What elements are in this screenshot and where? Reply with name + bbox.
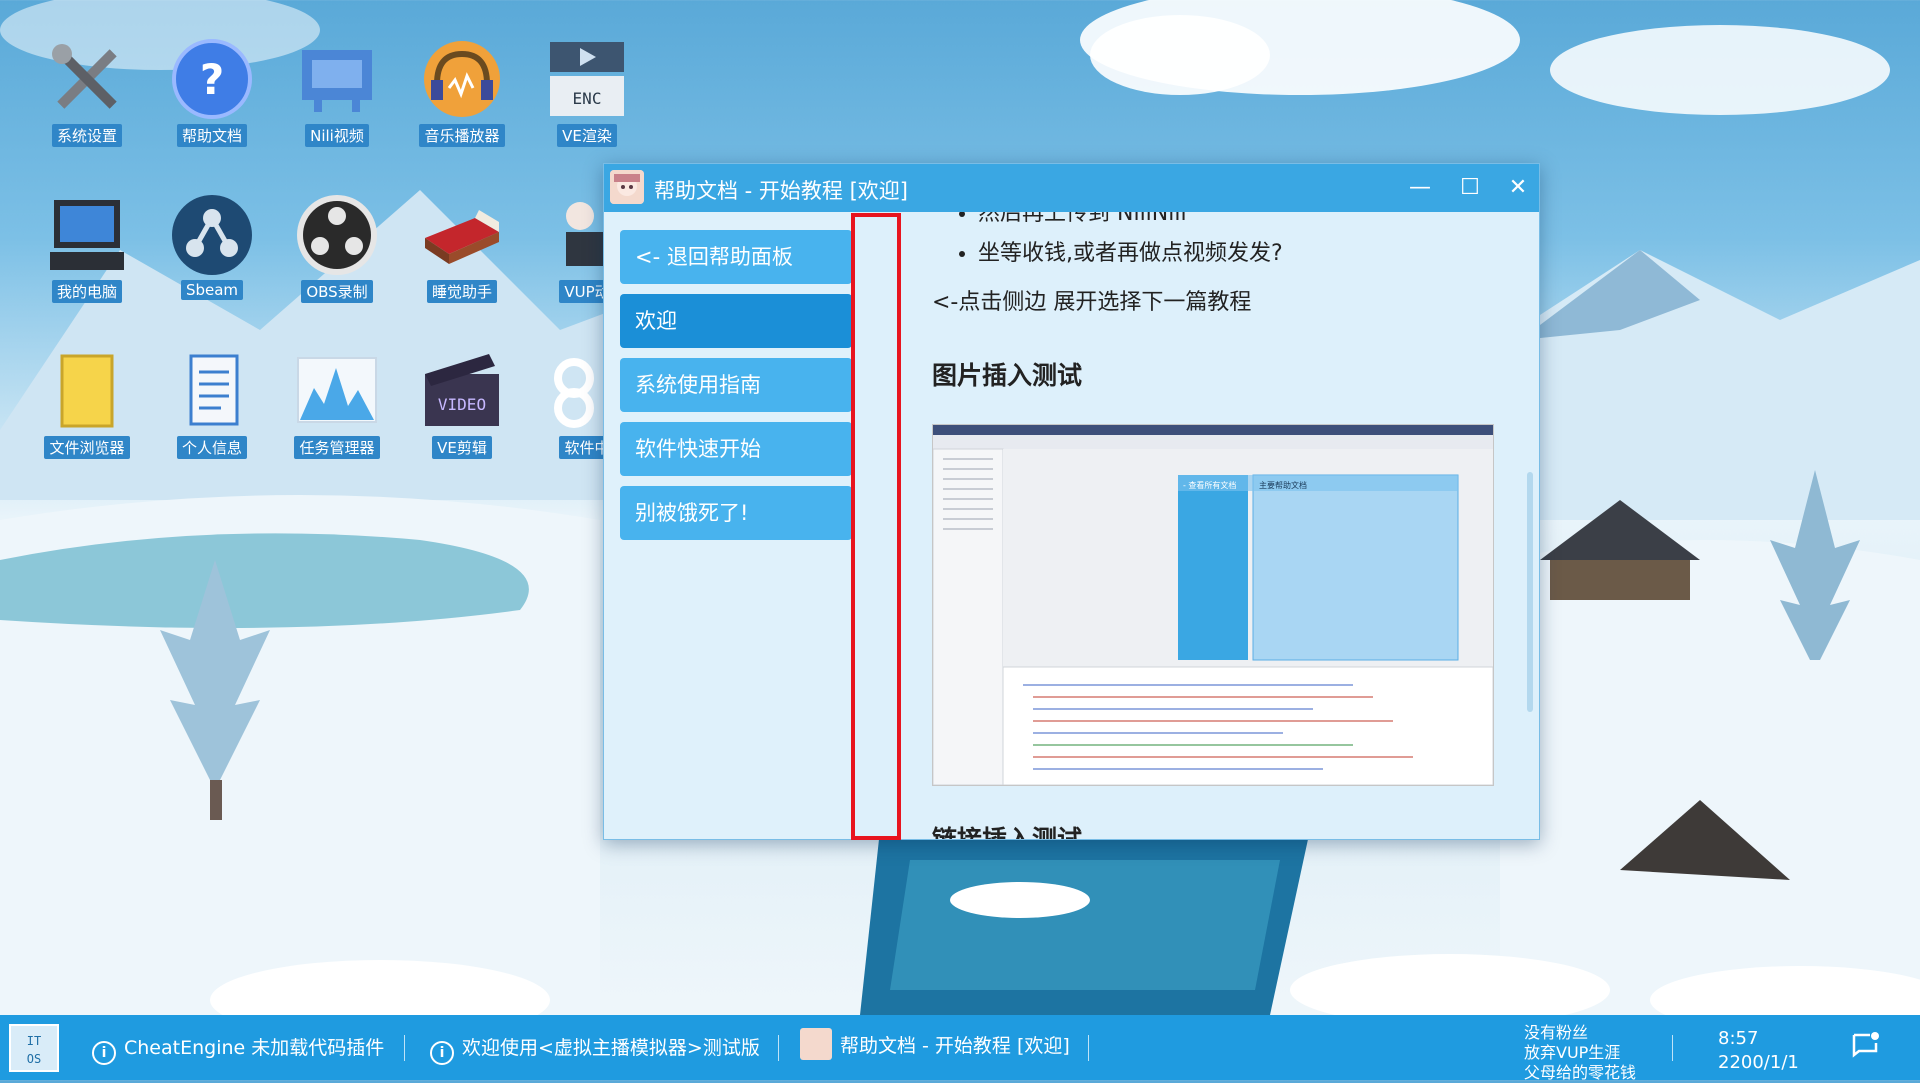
desktop-icon-sleep[interactable]: 睡觉助手 <box>407 184 517 314</box>
steam-icon <box>169 192 255 278</box>
desktop-icon-files[interactable]: 文件浏览器 <box>32 340 142 470</box>
info-icon: i <box>92 1041 116 1065</box>
svg-text:OS: OS <box>27 1052 41 1066</box>
start-button[interactable]: IT OS <box>8 1023 60 1073</box>
help-icon: ? <box>169 36 255 122</box>
window-title: 帮助文档 - 开始教程 [欢迎] <box>654 179 908 203</box>
desktop-icon-settings[interactable]: 系统设置 <box>32 28 142 158</box>
inserted-image: - 查看所有文档 主要帮助文档 <box>932 424 1494 786</box>
taskbar-item-cheatengine[interactable]: i CheatEngine 未加载代码插件 <box>92 1033 384 1065</box>
desktop-icon-label: 我的电脑 <box>51 280 122 303</box>
desktop-icon-label: OBS录制 <box>301 280 373 303</box>
desktop-icon-label: VE剪辑 <box>432 436 492 459</box>
headphones-icon <box>419 36 505 122</box>
help-sidebar: <- 退回帮助面板 欢迎 系统使用指南 软件快速开始 别被饿死了! <box>604 212 852 839</box>
desktop-icon-ve-render[interactable]: ENC VE渲染 <box>532 28 642 158</box>
desktop-icon-label: 任务管理器 <box>294 436 380 459</box>
desktop-icon-label: Sbeam <box>180 280 244 300</box>
close-button[interactable]: ✕ <box>1497 168 1539 208</box>
desktop-icon-taskmgr[interactable]: 任务管理器 <box>282 340 392 470</box>
desktop-icon-label: VE渲染 <box>557 124 617 147</box>
sidebar-item-system-guide[interactable]: 系统使用指南 <box>620 358 852 412</box>
heading-image-test: 图片插入测试 <box>932 361 1083 390</box>
tv-icon <box>294 36 380 122</box>
desktop-icon-help[interactable]: ? 帮助文档 <box>157 28 267 158</box>
desktop-icon-label: 音乐播放器 <box>419 124 505 147</box>
desktop-icon-label: 睡觉助手 <box>426 280 497 303</box>
svg-text:ENC: ENC <box>573 89 602 108</box>
desktop-icon-label: 帮助文档 <box>176 124 247 147</box>
info-icon: i <box>430 1041 454 1065</box>
taskbar-divider <box>1088 1035 1089 1061</box>
taskbar-divider <box>778 1035 779 1061</box>
taskbar: IT OS i CheatEngine 未加载代码插件 i 欢迎使用<虚拟主播模拟器… <box>0 1015 1920 1083</box>
folder-icon <box>44 348 130 434</box>
image-right-panel-label: 主要帮助文档 <box>1259 481 1307 490</box>
window-titlebar[interactable]: 帮助文档 - 开始教程 [欢迎] — ☐ ✕ <box>604 164 1539 212</box>
sidebar-item-dont-starve[interactable]: 别被饿死了! <box>620 486 852 540</box>
document-icon <box>169 348 255 434</box>
video-icon: VIDEO <box>419 348 505 434</box>
maximize-button[interactable]: ☐ <box>1449 168 1491 208</box>
desktop-icon-sbeam[interactable]: Sbeam <box>157 184 267 314</box>
clock[interactable]: 8:57 2200/1/1 <box>1718 1027 1799 1075</box>
desktop-icon-label: 文件浏览器 <box>44 436 130 459</box>
clock-time: 8:57 <box>1718 1028 1759 1049</box>
encoder-icon: ENC <box>544 36 630 122</box>
image-left-panel-label: - 查看所有文档 <box>1183 481 1237 490</box>
computer-icon <box>44 192 130 278</box>
taskbar-divider <box>1672 1035 1673 1061</box>
taskbar-item-welcome[interactable]: i 欢迎使用<虚拟主播模拟器>测试版 <box>430 1033 760 1065</box>
app-icon <box>610 170 644 204</box>
list-item: 坐等收钱,或者再做点视频发发? <box>978 234 1283 274</box>
desktop-icon-nili[interactable]: Nili视频 <box>282 28 392 158</box>
app-icon <box>800 1028 832 1060</box>
clock-date: 2200/1/1 <box>1718 1052 1799 1073</box>
desktop-icon-ve-edit[interactable]: VIDEO VE剪辑 <box>407 340 517 470</box>
minimize-button[interactable]: — <box>1399 168 1441 208</box>
highlight-box <box>851 213 901 840</box>
list-item: 然后再上传到 NiliNili <box>978 212 1283 234</box>
svg-text:IT: IT <box>27 1034 41 1048</box>
taskbar-divider <box>404 1035 405 1061</box>
sidebar-hint: <-点击侧边 展开选择下一篇教程 <box>932 290 1252 315</box>
desktop-icon-music[interactable]: 音乐播放器 <box>407 28 517 158</box>
help-window: 帮助文档 - 开始教程 [欢迎] — ☐ ✕ <- 退回帮助面板 欢迎 系统使用… <box>603 163 1540 840</box>
desktop-icon-label: 个人信息 <box>176 436 247 459</box>
sidebar-item-welcome[interactable]: 欢迎 <box>620 294 852 348</box>
taskbar-item-help-window[interactable]: 帮助文档 - 开始教程 [欢迎] <box>800 1028 1070 1060</box>
svg-text:?: ? <box>200 55 224 104</box>
desktop-icon-obs[interactable]: OBS录制 <box>282 184 392 314</box>
status-lines: 没有粉丝 放弃VUP生涯 父母给的零花钱 <box>1524 1023 1636 1083</box>
status-money: 父母给的零花钱 <box>1524 1063 1637 1082</box>
help-content[interactable]: 然后再上传到 NiliNili 坐等收钱,或者再做点视频发发? <-点击侧边 展… <box>852 212 1539 839</box>
obs-icon <box>294 192 380 278</box>
desktop-icon-profile[interactable]: 个人信息 <box>157 340 267 470</box>
heading-link-test: 链接插入测试 <box>932 820 1082 839</box>
bullet-list: 然后再上传到 NiliNili 坐等收钱,或者再做点视频发发? <box>950 212 1283 274</box>
bed-icon <box>419 192 505 278</box>
tools-icon <box>44 36 130 122</box>
status-fans: 没有粉丝 <box>1524 1023 1589 1042</box>
taskbar-item-label: CheatEngine 未加载代码插件 <box>124 1037 385 1059</box>
desktop-icon-label: 系统设置 <box>51 124 122 147</box>
status-career: 放弃VUP生涯 <box>1524 1043 1621 1062</box>
svg-text:VIDEO: VIDEO <box>438 395 486 414</box>
desktop-icon-label: Nili视频 <box>305 124 369 147</box>
sidebar-item-back[interactable]: <- 退回帮助面板 <box>620 230 852 284</box>
content-scrollbar[interactable] <box>1527 472 1533 712</box>
taskbar-item-label: 帮助文档 - 开始教程 [欢迎] <box>840 1035 1070 1057</box>
chart-icon <box>294 348 380 434</box>
desktop-icon-computer[interactable]: 我的电脑 <box>32 184 142 314</box>
notification-icon[interactable] <box>1850 1031 1880 1061</box>
sidebar-item-quick-start[interactable]: 软件快速开始 <box>620 422 852 476</box>
taskbar-item-label: 欢迎使用<虚拟主播模拟器>测试版 <box>462 1037 760 1059</box>
